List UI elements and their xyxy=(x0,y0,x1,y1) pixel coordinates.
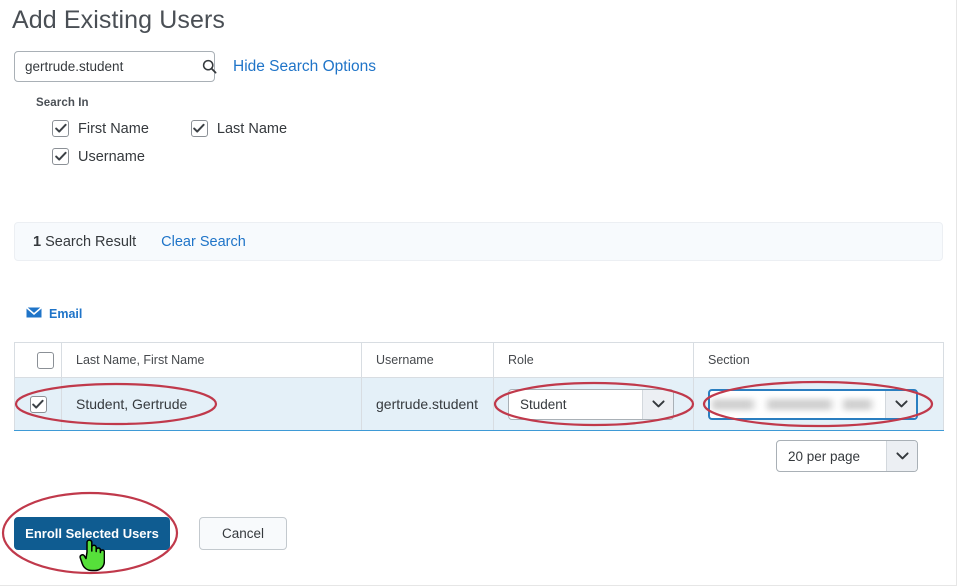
email-label: Email xyxy=(49,307,83,321)
checkbox-label: Last Name xyxy=(216,120,288,137)
chevron-down-icon xyxy=(642,389,673,419)
column-header-username[interactable]: Username xyxy=(361,342,494,378)
search-box[interactable] xyxy=(14,51,217,82)
users-table-body: Student, Gertrude gertrude.student Stude… xyxy=(14,377,944,431)
table-header-row: Last Name, First Name Username Role Sect… xyxy=(14,342,944,378)
search-in-label: Search In xyxy=(36,97,89,109)
search-in-row-1: First Name Last Name xyxy=(52,120,287,137)
hide-search-options-link[interactable]: Hide Search Options xyxy=(233,58,376,76)
search-input[interactable] xyxy=(25,59,202,74)
add-existing-users-page: Add Existing Users Hide Search Options S… xyxy=(0,0,957,586)
row-checkbox-wrap xyxy=(15,395,61,413)
email-action[interactable]: Email xyxy=(25,305,83,323)
row-checkbox[interactable] xyxy=(29,395,47,413)
section-select-value xyxy=(710,399,885,410)
pointing-hand-cursor xyxy=(79,539,105,572)
search-icon[interactable] xyxy=(202,56,217,78)
select-all-checkbox[interactable] xyxy=(36,351,54,369)
select-all-header xyxy=(14,342,62,378)
users-table-head: Last Name, First Name Username Role Sect… xyxy=(14,342,944,378)
search-row: Hide Search Options xyxy=(14,51,376,82)
role-select-value: Student xyxy=(520,396,567,412)
checkbox-username[interactable]: Username xyxy=(52,148,145,165)
page-title: Add Existing Users xyxy=(12,6,225,34)
search-result-label: Search Result xyxy=(45,233,137,250)
row-section-cell xyxy=(693,377,944,431)
clear-search-link[interactable]: Clear Search xyxy=(161,234,246,250)
per-page-value: 20 per page xyxy=(788,448,861,464)
search-in-section: Search In First Name Last Name Username xyxy=(36,97,287,165)
search-in-row-2: Username xyxy=(52,148,287,165)
role-select[interactable]: Student xyxy=(508,388,674,420)
annotation-overlay xyxy=(1,380,934,575)
select-all-wrap xyxy=(29,351,61,369)
row-username: gertrude.student xyxy=(361,377,494,431)
row-name: Student, Gertrude xyxy=(61,377,362,431)
search-results-bar: 1 Search Result Clear Search xyxy=(14,222,943,261)
checkbox-label: Username xyxy=(78,148,145,165)
table-row: Student, Gertrude gertrude.student Stude… xyxy=(14,377,944,431)
row-select-cell xyxy=(14,377,62,431)
column-header-role[interactable]: Role xyxy=(493,342,694,378)
envelope-icon xyxy=(25,305,43,323)
chevron-down-icon xyxy=(886,441,917,471)
checkbox-label: First Name xyxy=(78,120,149,137)
checkbox-first-name[interactable]: First Name xyxy=(52,120,149,137)
checkbox-checked-icon xyxy=(52,148,69,165)
column-header-section[interactable]: Section xyxy=(693,342,944,378)
per-page-select[interactable]: 20 per page xyxy=(776,440,918,472)
checkbox-last-name[interactable]: Last Name xyxy=(190,120,288,137)
footer-buttons: Enroll Selected Users Cancel xyxy=(14,517,287,550)
column-header-name[interactable]: Last Name, First Name xyxy=(61,342,362,378)
row-role-cell: Student xyxy=(493,377,694,431)
section-select[interactable] xyxy=(708,388,918,420)
checkbox-checked-icon xyxy=(52,120,69,137)
users-table: Last Name, First Name Username Role Sect… xyxy=(14,342,944,431)
checkbox-checked-icon xyxy=(190,120,208,137)
search-result-count: 1 xyxy=(33,233,42,250)
chevron-down-icon xyxy=(885,390,916,418)
per-page-wrap: 20 per page xyxy=(776,440,918,472)
cancel-button[interactable]: Cancel xyxy=(199,517,287,550)
